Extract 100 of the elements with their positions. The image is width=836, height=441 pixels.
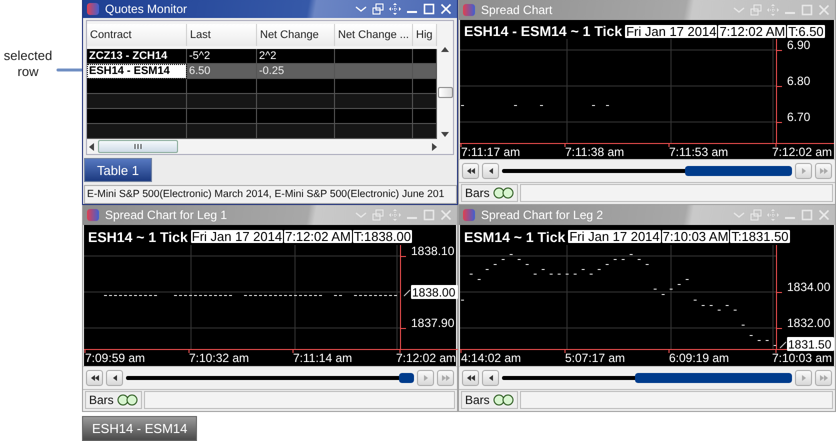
price-label: T:1831.50 bbox=[730, 230, 790, 243]
window-title: Spread Chart bbox=[481, 3, 552, 17]
axis-label: 7:09:59 am bbox=[85, 351, 146, 365]
table-cell: -0.25 bbox=[257, 64, 335, 79]
up-arrow-icon[interactable] bbox=[441, 47, 449, 52]
chart-style-selector[interactable]: Bars bbox=[461, 391, 518, 409]
chart-heading: ESH14 ~ 1 Tick bbox=[88, 228, 188, 244]
left-arrow-icon[interactable] bbox=[89, 142, 94, 150]
last-button[interactable] bbox=[815, 163, 832, 179]
scroll-thumb[interactable] bbox=[684, 166, 792, 176]
scroll-thumb[interactable] bbox=[635, 373, 792, 383]
axis-label: 7:11:14 am bbox=[293, 351, 352, 365]
double-left-arrow-icon bbox=[466, 375, 474, 381]
time-scroller[interactable] bbox=[502, 373, 792, 383]
double-left-arrow-icon bbox=[90, 375, 98, 381]
axis-label: 7:10:32 am bbox=[189, 351, 250, 365]
first-button[interactable] bbox=[462, 163, 479, 179]
scroll-thumb[interactable] bbox=[399, 373, 414, 383]
down-arrow-icon[interactable] bbox=[441, 132, 449, 137]
app-icon bbox=[462, 3, 476, 17]
time-scroller[interactable] bbox=[126, 373, 414, 383]
left-arrow-icon bbox=[112, 375, 116, 381]
right-arrow-icon bbox=[424, 375, 428, 381]
window-title: Quotes Monitor bbox=[105, 2, 188, 16]
chart-style-selector[interactable]: Bars bbox=[461, 184, 518, 202]
circles-icon bbox=[116, 394, 138, 406]
window-title: Spread Chart for Leg 2 bbox=[481, 208, 604, 222]
table-cell: 2^2 bbox=[257, 49, 335, 64]
axis-label: 6.70 bbox=[787, 110, 810, 124]
next-button[interactable] bbox=[795, 370, 812, 386]
axis-label: 7:11:17 am bbox=[461, 145, 520, 159]
last-button[interactable] bbox=[437, 370, 454, 386]
grip-icon bbox=[134, 144, 142, 149]
axis-label: 1832.00 bbox=[787, 316, 830, 330]
axis-label: 1834.00 bbox=[787, 280, 830, 294]
date-label: Fri Jan 17 2014 bbox=[568, 230, 661, 243]
time-label: 7:12:02 AM bbox=[284, 230, 352, 243]
chart-heading: ESH14 - ESM14 ~ 1 Tick bbox=[464, 23, 622, 39]
date-label: Fri Jan 17 2014 bbox=[625, 24, 718, 38]
date-label: Fri Jan 17 2014 bbox=[190, 230, 284, 243]
app-icon bbox=[86, 208, 100, 222]
circles-icon bbox=[492, 187, 514, 199]
annotation-label: selected row bbox=[2, 48, 54, 80]
restore-icon[interactable] bbox=[372, 3, 384, 15]
price-label: T:1838.00 bbox=[352, 230, 412, 243]
axis-label: 1837.90 bbox=[411, 316, 454, 330]
tab[interactable]: Table 1 bbox=[84, 158, 152, 182]
first-button[interactable] bbox=[462, 370, 479, 386]
last-price-label: 1838.00 bbox=[411, 285, 458, 300]
double-right-arrow-icon bbox=[442, 375, 450, 381]
circles-icon bbox=[492, 394, 514, 406]
chevron-down-icon[interactable] bbox=[355, 4, 367, 14]
chart-heading: ESM14 ~ 1 Tick bbox=[464, 228, 566, 244]
chart-style-selector[interactable]: Bars bbox=[85, 391, 142, 409]
previous-button[interactable] bbox=[482, 370, 499, 386]
right-arrow-icon[interactable] bbox=[432, 142, 437, 150]
column-header[interactable]: Last bbox=[187, 24, 257, 46]
input-field[interactable] bbox=[520, 184, 833, 202]
axis-label: 6.80 bbox=[787, 74, 810, 88]
move-icon[interactable] bbox=[389, 3, 401, 15]
input-field[interactable] bbox=[144, 391, 455, 409]
taskbar-button[interactable]: ESH14 - ESM14 bbox=[82, 416, 198, 441]
status-bar: E-Mini S&P 500(Electronic) March 2014, E-Mini S&P 500(Electronic) June 201 bbox=[84, 185, 457, 204]
axis-label: 7:11:53 am bbox=[669, 145, 728, 159]
axis-label: 5:07:17 am bbox=[565, 351, 626, 365]
column-header[interactable]: Contract bbox=[87, 24, 187, 46]
double-right-arrow-icon bbox=[820, 168, 828, 174]
time-scroller[interactable] bbox=[502, 166, 792, 176]
axis-label: 6.90 bbox=[787, 39, 810, 52]
axis-label: 7:11:38 am bbox=[565, 145, 624, 159]
scroll-thumb[interactable] bbox=[98, 140, 178, 153]
scroll-thumb[interactable] bbox=[438, 86, 452, 98]
last-button[interactable] bbox=[815, 370, 832, 386]
axis-label: 6:09:19 am bbox=[669, 351, 730, 365]
first-button[interactable] bbox=[86, 370, 103, 386]
time-label: 7:12:02 AM bbox=[718, 24, 786, 38]
table-cell: ESH14 - ESM14 bbox=[87, 64, 187, 79]
column-header[interactable]: Net Change ... bbox=[335, 24, 413, 46]
last-price-label: 1831.50 bbox=[787, 337, 834, 352]
table-cell: -5^2 bbox=[187, 49, 257, 64]
next-button[interactable] bbox=[795, 163, 812, 179]
leader-line bbox=[56, 67, 82, 73]
double-right-arrow-icon bbox=[820, 375, 828, 381]
app-icon bbox=[86, 2, 100, 16]
window-title: Spread Chart for Leg 1 bbox=[105, 208, 228, 222]
column-header[interactable]: Net Change bbox=[257, 24, 335, 46]
axis-label: 7:12:02 am bbox=[396, 351, 456, 365]
previous-button[interactable] bbox=[482, 163, 499, 179]
price-label: T:6.50 bbox=[787, 24, 825, 38]
axis-label: 1838.10 bbox=[411, 245, 454, 258]
time-label: 7:10:03 AM bbox=[662, 230, 730, 243]
double-left-arrow-icon bbox=[466, 168, 474, 174]
table-cell: ZCZ13 - ZCH14 bbox=[87, 49, 187, 64]
column-header[interactable]: Hig bbox=[413, 24, 437, 46]
left-arrow-icon bbox=[488, 375, 492, 381]
table-cell: 6.50 bbox=[187, 64, 257, 79]
input-field[interactable] bbox=[520, 391, 833, 409]
right-arrow-icon bbox=[802, 375, 806, 381]
previous-button[interactable] bbox=[106, 370, 123, 386]
axis-label: 7:10:03 am bbox=[772, 351, 832, 365]
